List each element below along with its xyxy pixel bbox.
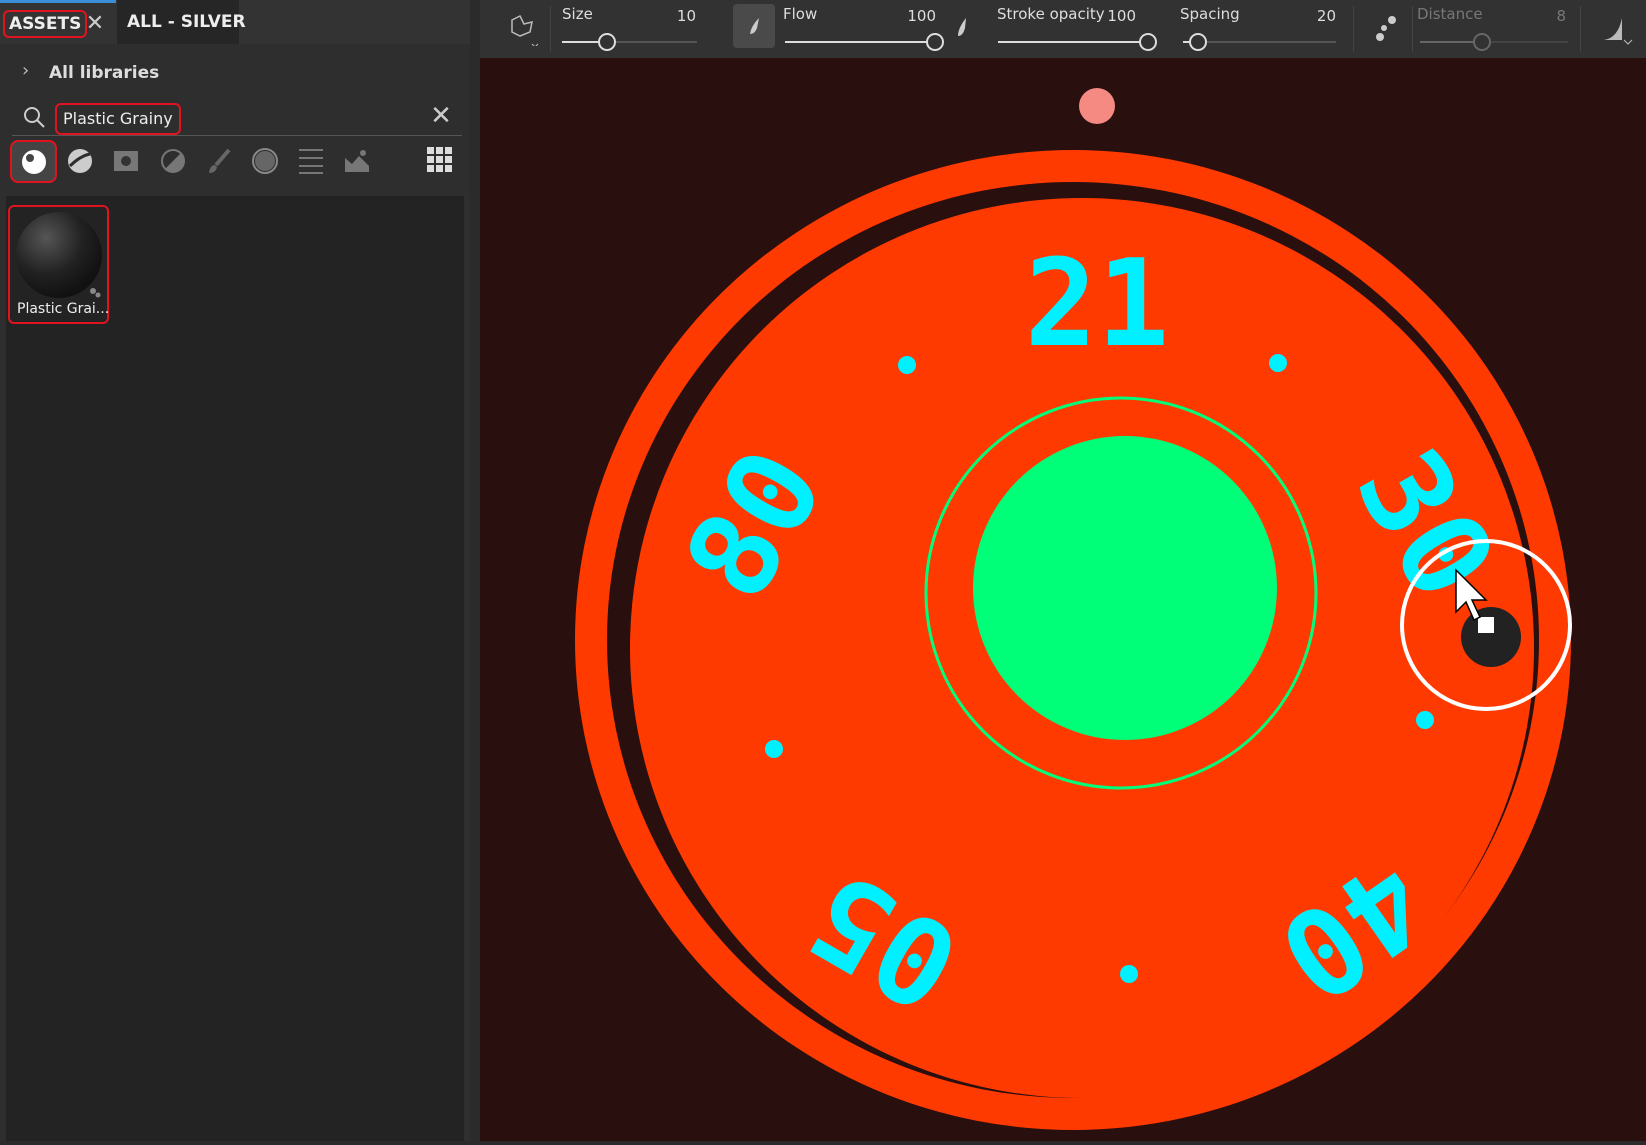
tab-all-silver[interactable]: ALL - SILVER <box>127 12 246 32</box>
asset-label: Plastic Grai... <box>17 301 110 317</box>
spacing-value[interactable]: 20 <box>1300 7 1336 25</box>
separator <box>1412 6 1413 52</box>
dial-dot <box>1120 965 1138 983</box>
material-sphere-icon <box>22 150 46 174</box>
breadcrumb-label: All libraries <box>49 63 160 83</box>
spacing-slider[interactable] <box>1183 33 1336 51</box>
brush-icon[interactable] <box>204 146 234 176</box>
flow-pressure-button[interactable] <box>733 4 775 48</box>
flow-label: Flow <box>783 5 818 23</box>
assets-panel: ASSETS ✕ ALL - SILVER › All libraries Pl… <box>0 0 470 1141</box>
smart-material-icon[interactable] <box>65 146 95 176</box>
breadcrumb[interactable]: › All libraries <box>0 60 470 88</box>
pen-pressure-icon <box>750 18 759 34</box>
distance-label: Distance <box>1417 5 1483 23</box>
3d-viewport[interactable]: 21 80 30 05 40 <box>480 58 1646 1141</box>
asset-tile-plastic-grainy[interactable]: Plastic Grai... <box>8 205 109 324</box>
viewport-scene[interactable]: 21 80 30 05 40 <box>480 58 1646 1141</box>
dial-dot <box>1416 711 1434 729</box>
search-icon <box>24 107 45 128</box>
grid-view-icon[interactable] <box>426 146 454 174</box>
opacity-pressure-icon[interactable] <box>950 14 974 44</box>
drop-icon <box>1478 617 1494 633</box>
flow-slider[interactable] <box>785 33 944 51</box>
spacing-label: Spacing <box>1180 5 1240 23</box>
center-cap <box>973 436 1277 740</box>
tab-assets[interactable]: ASSETS <box>3 10 88 38</box>
texture-icon[interactable] <box>112 147 140 175</box>
size-value[interactable]: 10 <box>660 7 696 25</box>
pressure-curve-icon[interactable] <box>1600 12 1640 50</box>
stroke-opacity-label: Stroke opacity <box>997 5 1105 23</box>
distance-slider[interactable] <box>1420 33 1568 51</box>
search-row: Plastic Grainy ✕ <box>12 101 462 136</box>
search-input[interactable]: Plastic Grainy <box>55 103 181 135</box>
drag-material-ball <box>1461 607 1521 667</box>
stroke-opacity-value[interactable]: 100 <box>1100 7 1136 25</box>
particle-icon[interactable] <box>250 146 280 176</box>
flow-value[interactable]: 100 <box>900 7 936 25</box>
brush-shape-icon[interactable] <box>506 12 540 46</box>
mask-icon[interactable] <box>158 146 188 176</box>
environment-icon[interactable] <box>342 146 372 176</box>
close-icon[interactable]: ✕ <box>84 10 106 36</box>
separator <box>1353 6 1354 52</box>
panel-tabs: ASSETS ✕ ALL - SILVER <box>0 0 470 44</box>
dial-dot <box>1269 354 1287 372</box>
brush-toolbar: Size 10 Flow 100 Stroke opacity 100 Spac… <box>480 0 1646 58</box>
size-slider[interactable] <box>562 33 697 51</box>
results-grid: Plastic Grai... <box>6 196 470 1141</box>
separator <box>550 6 551 52</box>
dial-dot <box>765 740 783 758</box>
chevron-right-icon: › <box>22 60 30 81</box>
size-label: Size <box>562 5 593 23</box>
distance-value[interactable]: 8 <box>1530 7 1566 25</box>
material-preview-sphere <box>16 212 102 298</box>
filter-bar <box>0 140 470 184</box>
active-tab-indicator <box>0 0 116 3</box>
filter-icon[interactable] <box>296 146 326 176</box>
dial-dot <box>898 356 916 374</box>
filter-material[interactable] <box>10 140 57 183</box>
light-indicator[interactable] <box>1079 88 1115 124</box>
panel-scrollbar[interactable] <box>464 196 470 1141</box>
separator <box>1580 6 1581 52</box>
scatter-icon[interactable] <box>1372 12 1400 44</box>
stroke-opacity-slider[interactable] <box>998 33 1157 51</box>
dial-number: 21 <box>1025 235 1170 374</box>
clear-search-icon[interactable]: ✕ <box>427 101 455 131</box>
